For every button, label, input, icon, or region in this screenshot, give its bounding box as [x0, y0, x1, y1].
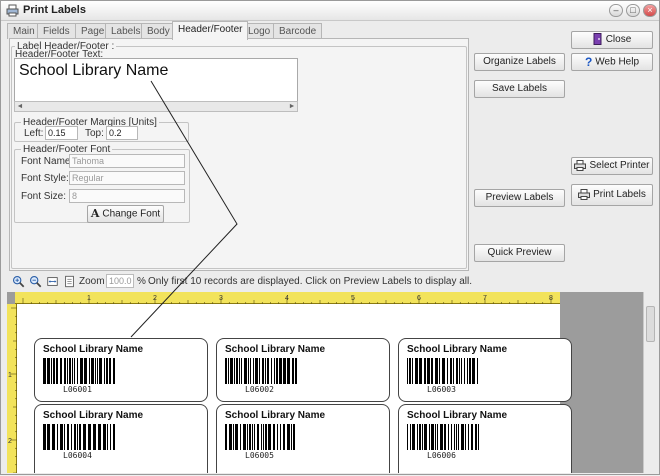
- change-font-label: Change Font: [102, 208, 161, 220]
- font-style-field: Regular: [69, 171, 185, 185]
- label-card[interactable]: School Library Name L06003: [398, 338, 572, 402]
- title-bar: Print Labels – □ ×: [1, 1, 659, 21]
- print-labels-button[interactable]: Print Labels: [571, 184, 653, 206]
- barcode: [43, 424, 115, 450]
- print-labels-window: Print Labels – □ × Main Fields Page Labe…: [0, 0, 660, 475]
- tab-main[interactable]: Main: [7, 23, 41, 39]
- font-style-label: Font Style:: [21, 173, 69, 184]
- printer-icon: [578, 188, 591, 200]
- font-size-label: Font Size:: [21, 191, 67, 202]
- font-size-field: 8: [69, 189, 185, 203]
- printer-app-icon: [6, 4, 19, 17]
- tab-header-footer[interactable]: Header/Footer: [172, 21, 249, 40]
- label-header-text: School Library Name: [407, 344, 508, 355]
- barcode: [407, 358, 478, 384]
- ruler-top-number: 6: [417, 295, 421, 302]
- close-button[interactable]: Close: [571, 31, 653, 49]
- label-header-text: School Library Name: [43, 344, 144, 355]
- ruler-top-number: 2: [153, 295, 157, 302]
- barcode: [407, 424, 479, 450]
- ruler-top-number: 4: [285, 295, 289, 302]
- label-card[interactable]: School Library Name L06001: [34, 338, 208, 402]
- label-header-text: School Library Name: [407, 410, 508, 421]
- preview-labels-button[interactable]: Preview Labels: [474, 189, 565, 207]
- maximize-button[interactable]: □: [626, 4, 640, 17]
- label-header-text: School Library Name: [225, 410, 326, 421]
- records-notice: Only first 10 records are displayed. Cli…: [148, 276, 473, 287]
- ruler-left-number: 2: [8, 438, 12, 445]
- print-labels-label: Print Labels: [593, 189, 646, 200]
- top-margin-input[interactable]: 0.2: [106, 126, 138, 140]
- barcode-number: L06003: [427, 385, 456, 394]
- ruler-top-number: 7: [483, 295, 487, 302]
- horizontal-ruler-ticks: 1 2 3 4 5 6 7 8: [22, 295, 553, 304]
- tab-body[interactable]: Body: [141, 23, 176, 39]
- header-footer-text-value: School Library Name: [19, 62, 169, 79]
- zoom-label: Zoom: [79, 276, 105, 287]
- label-sheet-page: School Library Name L06001 School Librar…: [17, 304, 572, 473]
- barcode-number: L06005: [245, 451, 274, 460]
- scroll-right-icon[interactable]: ►: [287, 102, 297, 111]
- barcode: [225, 424, 295, 450]
- select-printer-button[interactable]: Select Printer: [571, 157, 653, 175]
- barcode-number: L06002: [245, 385, 274, 394]
- tab-fields[interactable]: Fields: [37, 23, 76, 39]
- ruler-top-number: 8: [549, 295, 553, 302]
- ruler-top-number: 1: [87, 295, 91, 302]
- font-a-icon: A: [90, 207, 100, 220]
- printer-icon: [574, 159, 587, 171]
- ruler-top-number: 5: [351, 295, 355, 302]
- label-preview-area: 12345678 12 School Library Name L06001 S…: [7, 292, 657, 473]
- barcode-number: L06006: [427, 451, 456, 460]
- left-margin-label: Left:: [24, 128, 44, 139]
- close-label: Close: [605, 34, 632, 45]
- zoom-input[interactable]: 100.0: [106, 274, 134, 288]
- label-card[interactable]: School Library Name L06005: [216, 404, 390, 473]
- select-printer-label: Select Printer: [589, 160, 650, 171]
- vertical-ruler: 12: [7, 304, 17, 473]
- horizontal-ruler: 1 2 3 4 5 6 7 8: [15, 292, 560, 304]
- fit-width-icon[interactable]: [45, 274, 60, 289]
- label-header-text: School Library Name: [43, 410, 144, 421]
- ruler-left-number: 1: [8, 372, 12, 379]
- font-name-label: Font Name:: [21, 156, 74, 167]
- zoom-percent-label: %: [137, 276, 146, 287]
- change-font-button[interactable]: A Change Font: [87, 205, 164, 223]
- scroll-thumb[interactable]: [646, 306, 655, 342]
- page-icon[interactable]: [62, 274, 77, 289]
- barcode-number: L06001: [63, 385, 92, 394]
- vertical-ruler-ticks: 12: [8, 307, 17, 473]
- tab-barcode[interactable]: Barcode: [273, 23, 323, 39]
- margins-group-title: Header/Footer Margins [Units]: [21, 117, 159, 128]
- barcode: [43, 358, 115, 384]
- ruler-top-number: 3: [219, 295, 223, 302]
- scroll-left-icon[interactable]: ◄: [15, 102, 25, 111]
- label-header-text: School Library Name: [225, 344, 326, 355]
- quick-preview-button[interactable]: Quick Preview: [474, 244, 565, 262]
- label-card[interactable]: School Library Name L06002: [216, 338, 390, 402]
- left-margin-input[interactable]: 0.15: [45, 126, 78, 140]
- close-window-button[interactable]: ×: [643, 4, 657, 17]
- zoom-in-icon[interactable]: [11, 274, 26, 289]
- barcode-number: L06004: [63, 451, 92, 460]
- zoom-out-icon[interactable]: [28, 274, 43, 289]
- label-card[interactable]: School Library Name L06004: [34, 404, 208, 473]
- web-help-label: Web Help: [595, 56, 640, 68]
- font-name-field: Tahoma: [69, 154, 185, 168]
- text-horizontal-scrollbar[interactable]: ◄ ►: [14, 101, 298, 112]
- preview-vertical-scrollbar[interactable]: [643, 292, 657, 473]
- organize-labels-button[interactable]: Organize Labels: [474, 53, 565, 71]
- top-margin-label: Top:: [85, 128, 104, 139]
- save-labels-button[interactable]: Save Labels: [474, 80, 565, 98]
- label-card[interactable]: School Library Name L06006: [398, 404, 572, 473]
- barcode: [225, 358, 297, 384]
- exit-door-icon: [593, 33, 602, 46]
- preview-toolbar: Zoom 100.0 % Only first 10 records are d…: [9, 273, 655, 291]
- window-title: Print Labels: [23, 4, 86, 16]
- web-help-button[interactable]: ? Web Help: [571, 53, 653, 71]
- minimize-button[interactable]: –: [609, 4, 623, 17]
- help-question-icon: ?: [584, 55, 593, 69]
